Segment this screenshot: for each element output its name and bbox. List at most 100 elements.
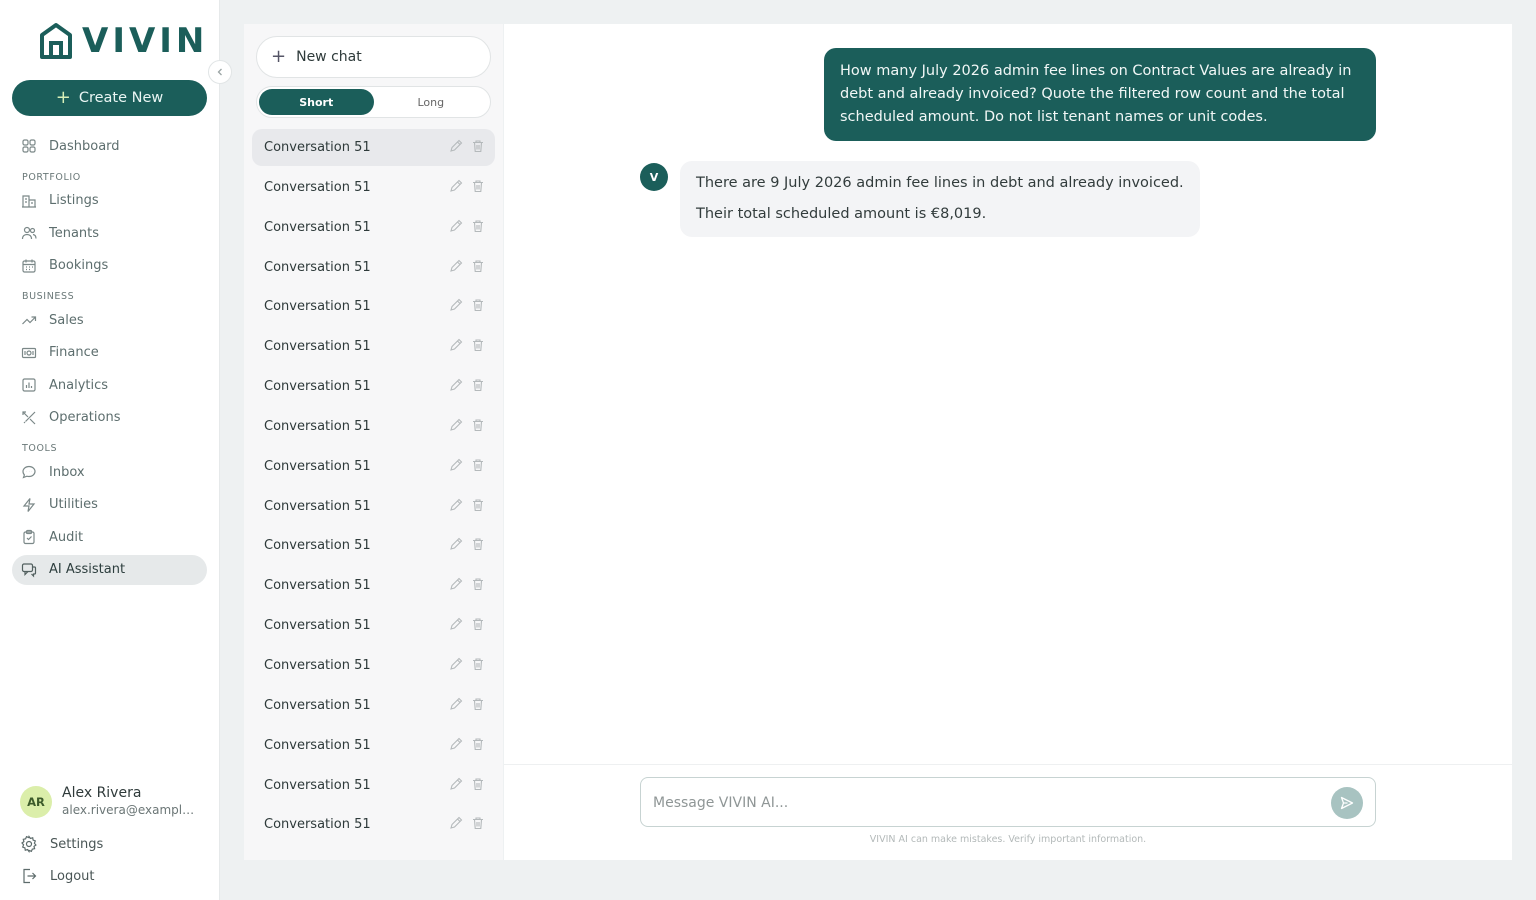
trash-icon[interactable] bbox=[471, 537, 485, 551]
sidebar-item-ai-assistant[interactable]: AI Assistant bbox=[12, 554, 207, 585]
conversation-item[interactable]: Conversation 51 bbox=[252, 129, 495, 166]
pencil-icon[interactable] bbox=[449, 298, 463, 312]
trash-icon[interactable] bbox=[471, 219, 485, 233]
conversation-title: Conversation 51 bbox=[264, 339, 371, 355]
trend-icon bbox=[22, 316, 37, 325]
trash-icon[interactable] bbox=[471, 498, 485, 512]
message-input[interactable] bbox=[653, 791, 1313, 815]
conversation-item[interactable]: Conversation 51 bbox=[252, 727, 495, 764]
sidebar-item-operations[interactable]: Operations bbox=[12, 403, 207, 433]
pencil-icon[interactable] bbox=[449, 418, 463, 432]
pencil-icon[interactable] bbox=[449, 617, 463, 631]
disclaimer: VIVIN AI can make mistakes. Verify impor… bbox=[869, 834, 1147, 845]
conversation-item[interactable]: Conversation 51 bbox=[252, 767, 495, 804]
trash-icon[interactable] bbox=[471, 418, 485, 432]
conversation-title: Conversation 51 bbox=[264, 299, 371, 315]
sidebar-item-label: Operations bbox=[49, 410, 121, 425]
sidebar-item-bookings[interactable]: Bookings bbox=[12, 251, 207, 281]
user-profile[interactable]: AR Alex Rivera alex.rivera@example.com bbox=[20, 785, 196, 819]
logout-link[interactable]: Logout bbox=[20, 867, 95, 885]
conversation-actions bbox=[449, 777, 485, 791]
toggle-long[interactable]: Long bbox=[374, 89, 489, 115]
conversation-item[interactable]: Conversation 51 bbox=[252, 368, 495, 405]
pencil-icon[interactable] bbox=[449, 139, 463, 153]
pencil-icon[interactable] bbox=[449, 737, 463, 751]
sidebar-item-finance[interactable]: Finance bbox=[12, 338, 207, 368]
trash-icon[interactable] bbox=[471, 458, 485, 472]
message-input-box bbox=[640, 777, 1376, 827]
conversation-item[interactable]: Conversation 51 bbox=[252, 567, 495, 604]
conversation-item[interactable]: Conversation 51 bbox=[252, 209, 495, 246]
conversation-title: Conversation 51 bbox=[264, 737, 371, 753]
sidebar-item-label: Bookings bbox=[49, 258, 109, 273]
brand-name: VIVIN bbox=[82, 21, 209, 61]
conversation-item[interactable]: Conversation 51 bbox=[252, 687, 495, 724]
new-chat-button[interactable]: + New chat bbox=[256, 36, 491, 78]
trash-icon[interactable] bbox=[471, 617, 485, 631]
sidebar-item-listings[interactable]: Listings bbox=[12, 186, 207, 216]
conversation-actions bbox=[449, 179, 485, 193]
pencil-icon[interactable] bbox=[449, 259, 463, 273]
conversation-item[interactable]: Conversation 51 bbox=[252, 806, 495, 843]
sidebar-item-inbox[interactable]: Inbox bbox=[12, 457, 207, 487]
pencil-icon[interactable] bbox=[449, 458, 463, 472]
trash-icon[interactable] bbox=[471, 338, 485, 352]
pencil-icon[interactable] bbox=[449, 777, 463, 791]
collapse-sidebar-button[interactable] bbox=[208, 60, 232, 84]
pencil-icon[interactable] bbox=[449, 657, 463, 671]
toggle-short[interactable]: Short bbox=[259, 89, 374, 115]
trash-icon[interactable] bbox=[471, 139, 485, 153]
tools-icon bbox=[22, 410, 36, 424]
trash-icon[interactable] bbox=[471, 737, 485, 751]
trash-icon[interactable] bbox=[471, 378, 485, 392]
sidebar-item-tenants[interactable]: Tenants bbox=[12, 218, 207, 248]
pencil-icon[interactable] bbox=[449, 179, 463, 193]
conversation-item[interactable]: Conversation 51 bbox=[252, 169, 495, 206]
vivin-logo[interactable]: VIVIN bbox=[36, 21, 208, 61]
pencil-icon[interactable] bbox=[449, 816, 463, 830]
sidebar-item-label: Dashboard bbox=[49, 138, 120, 154]
conversation-item[interactable]: Conversation 51 bbox=[252, 328, 495, 365]
send-button[interactable] bbox=[1331, 787, 1363, 819]
conversation-actions bbox=[449, 537, 485, 551]
assistant-message-line: Their total scheduled amount is €8,019. bbox=[696, 206, 987, 222]
trash-icon[interactable] bbox=[471, 577, 485, 591]
sidebar-item-analytics[interactable]: Analytics bbox=[12, 370, 207, 400]
input-divider bbox=[504, 764, 1512, 765]
pencil-icon[interactable] bbox=[449, 697, 463, 711]
conversation-item[interactable]: Conversation 51 bbox=[252, 607, 495, 644]
clipboard-icon bbox=[23, 529, 35, 545]
trash-icon[interactable] bbox=[471, 697, 485, 711]
conversation-item[interactable]: Conversation 51 bbox=[252, 527, 495, 564]
trash-icon[interactable] bbox=[471, 179, 485, 193]
conversation-title: Conversation 51 bbox=[264, 219, 371, 235]
pencil-icon[interactable] bbox=[449, 378, 463, 392]
pencil-icon[interactable] bbox=[449, 498, 463, 512]
trash-icon[interactable] bbox=[471, 777, 485, 791]
pencil-icon[interactable] bbox=[449, 577, 463, 591]
trash-icon[interactable] bbox=[471, 816, 485, 830]
sidebar-item-dashboard[interactable]: Dashboard bbox=[12, 131, 207, 161]
pencil-icon[interactable] bbox=[449, 338, 463, 352]
user-message: How many July 2026 admin fee lines on Co… bbox=[824, 48, 1376, 141]
conversation-title: Conversation 51 bbox=[264, 817, 371, 833]
conversation-item[interactable]: Conversation 51 bbox=[252, 448, 495, 485]
conversation-item[interactable]: Conversation 51 bbox=[252, 647, 495, 684]
create-new-button[interactable]: + Create New bbox=[12, 80, 207, 116]
trash-icon[interactable] bbox=[471, 298, 485, 312]
chat-icon bbox=[21, 562, 37, 577]
pencil-icon[interactable] bbox=[449, 537, 463, 551]
pencil-icon[interactable] bbox=[449, 219, 463, 233]
sidebar-item-audit[interactable]: Audit bbox=[12, 522, 207, 552]
bolt-icon bbox=[22, 497, 36, 512]
settings-link[interactable]: Settings bbox=[20, 835, 103, 853]
conversation-item[interactable]: Conversation 51 bbox=[252, 488, 495, 525]
conversation-item[interactable]: Conversation 51 bbox=[252, 408, 495, 445]
sidebar-item-utilities[interactable]: Utilities bbox=[12, 490, 207, 520]
trash-icon[interactable] bbox=[471, 657, 485, 671]
sidebar-item-sales[interactable]: Sales bbox=[12, 305, 207, 335]
trash-icon[interactable] bbox=[471, 259, 485, 273]
chat-area: How many July 2026 admin fee lines on Co… bbox=[504, 24, 1512, 860]
conversation-item[interactable]: Conversation 51 bbox=[252, 288, 495, 325]
conversation-item[interactable]: Conversation 51 bbox=[252, 249, 495, 286]
